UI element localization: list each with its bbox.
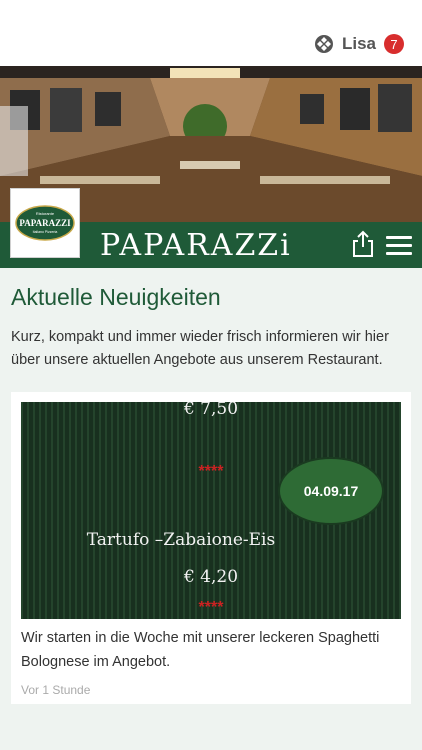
menu-icon xyxy=(386,236,412,255)
top-bar: Lisa 7 xyxy=(0,0,422,66)
dish-label: Tartufo –Zabaione-Eis xyxy=(87,530,275,550)
apps-logo-icon xyxy=(314,35,333,53)
news-text: Wir starten in die Woche mit unserer lec… xyxy=(21,630,380,670)
news-card[interactable]: € 7,50 **** 04.09.17 Tartufo –Zabaione-E… xyxy=(11,392,411,704)
logo-text-top: Ristorante xyxy=(36,211,55,216)
user-name: Lisa xyxy=(341,34,376,53)
price-top-label: € 7,50 xyxy=(183,402,238,419)
restaurant-logo: Ristorante PAPARAZZI Italiano Pizzeria xyxy=(10,188,80,258)
user-account[interactable]: Lisa 7 xyxy=(314,30,404,58)
intro-text: Kurz, kompakt und immer wieder frisch in… xyxy=(11,329,389,368)
menu-button[interactable] xyxy=(386,236,412,256)
share-icon xyxy=(353,230,373,257)
price-label: € 4,20 xyxy=(183,567,238,587)
news-image: € 7,50 **** 04.09.17 Tartufo –Zabaione-E… xyxy=(21,402,401,619)
share-button[interactable] xyxy=(350,230,376,258)
news-timestamp: Vor 1 Stunde xyxy=(21,683,91,697)
stars-label: **** xyxy=(199,463,225,480)
brand-name: PAPARAZZi xyxy=(100,228,292,263)
logo-text-bottom: Italiano Pizzeria xyxy=(33,230,58,234)
stars-bottom-label: **** xyxy=(199,599,225,616)
page-title: Aktuelle Neuigkeiten xyxy=(11,284,221,310)
logo-text-main: PAPARAZZI xyxy=(19,218,71,228)
date-label: 04.09.17 xyxy=(304,483,359,499)
notification-badge[interactable]: 7 xyxy=(384,34,404,54)
